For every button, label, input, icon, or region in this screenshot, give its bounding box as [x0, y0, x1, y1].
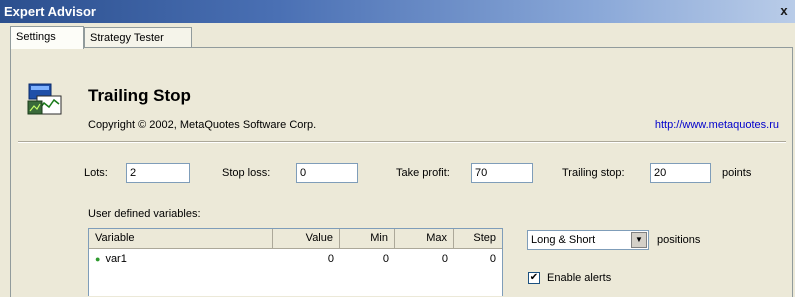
- trailing-stop-label: Trailing stop:: [562, 167, 625, 179]
- enable-alerts-checkbox[interactable]: ✔: [528, 272, 540, 284]
- variable-bullet-icon: ●: [95, 254, 101, 264]
- user-variables-label: User defined variables:: [88, 208, 201, 220]
- row-min-cell: 0: [382, 253, 389, 265]
- column-min[interactable]: Min: [340, 229, 395, 248]
- column-variable[interactable]: Variable: [89, 229, 273, 248]
- take-profit-field[interactable]: [471, 163, 533, 183]
- tab-strategy-tester[interactable]: Strategy Tester: [84, 27, 192, 48]
- divider: [18, 141, 786, 143]
- website-link[interactable]: http://www.metaquotes.ru: [655, 119, 779, 131]
- table-header: Variable Value Min Max Step: [89, 229, 502, 249]
- take-profit-label: Take profit:: [396, 167, 450, 179]
- stop-loss-field[interactable]: [296, 163, 358, 183]
- copyright-text: Copyright © 2002, MetaQuotes Software Co…: [88, 119, 317, 131]
- variable-name: var1: [105, 253, 127, 265]
- title-bar: Expert Advisor x: [0, 0, 795, 23]
- stop-loss-label: Stop loss:: [222, 167, 271, 179]
- variables-table[interactable]: Variable Value Min Max Step ● var1 0 0 0 …: [88, 228, 503, 296]
- trailing-stop-field[interactable]: [650, 163, 711, 183]
- checkmark-icon: ✔: [529, 272, 539, 283]
- positions-select[interactable]: Long & Short ▼: [527, 230, 649, 250]
- tab-settings[interactable]: Settings: [10, 26, 84, 49]
- lots-label: Lots:: [84, 167, 108, 179]
- positions-selected-value: Long & Short: [531, 234, 596, 246]
- points-label: points: [722, 167, 752, 179]
- row-value-cell: 0: [327, 253, 334, 265]
- row-step-cell: 0: [489, 253, 496, 265]
- row-max-cell: 0: [441, 253, 448, 265]
- chevron-down-icon[interactable]: ▼: [631, 232, 647, 248]
- column-value[interactable]: Value: [273, 229, 340, 248]
- lots-field[interactable]: [126, 163, 190, 183]
- column-step[interactable]: Step: [454, 229, 502, 248]
- window-title: Expert Advisor: [4, 4, 96, 19]
- row-variable-cell: ● var1: [89, 251, 273, 267]
- close-icon[interactable]: x: [777, 3, 791, 18]
- column-max[interactable]: Max: [395, 229, 454, 248]
- enable-alerts-label[interactable]: Enable alerts: [547, 272, 611, 284]
- advisor-name: Trailing Stop: [88, 86, 191, 105]
- positions-label: positions: [657, 234, 701, 246]
- expert-advisor-icon: [27, 82, 63, 118]
